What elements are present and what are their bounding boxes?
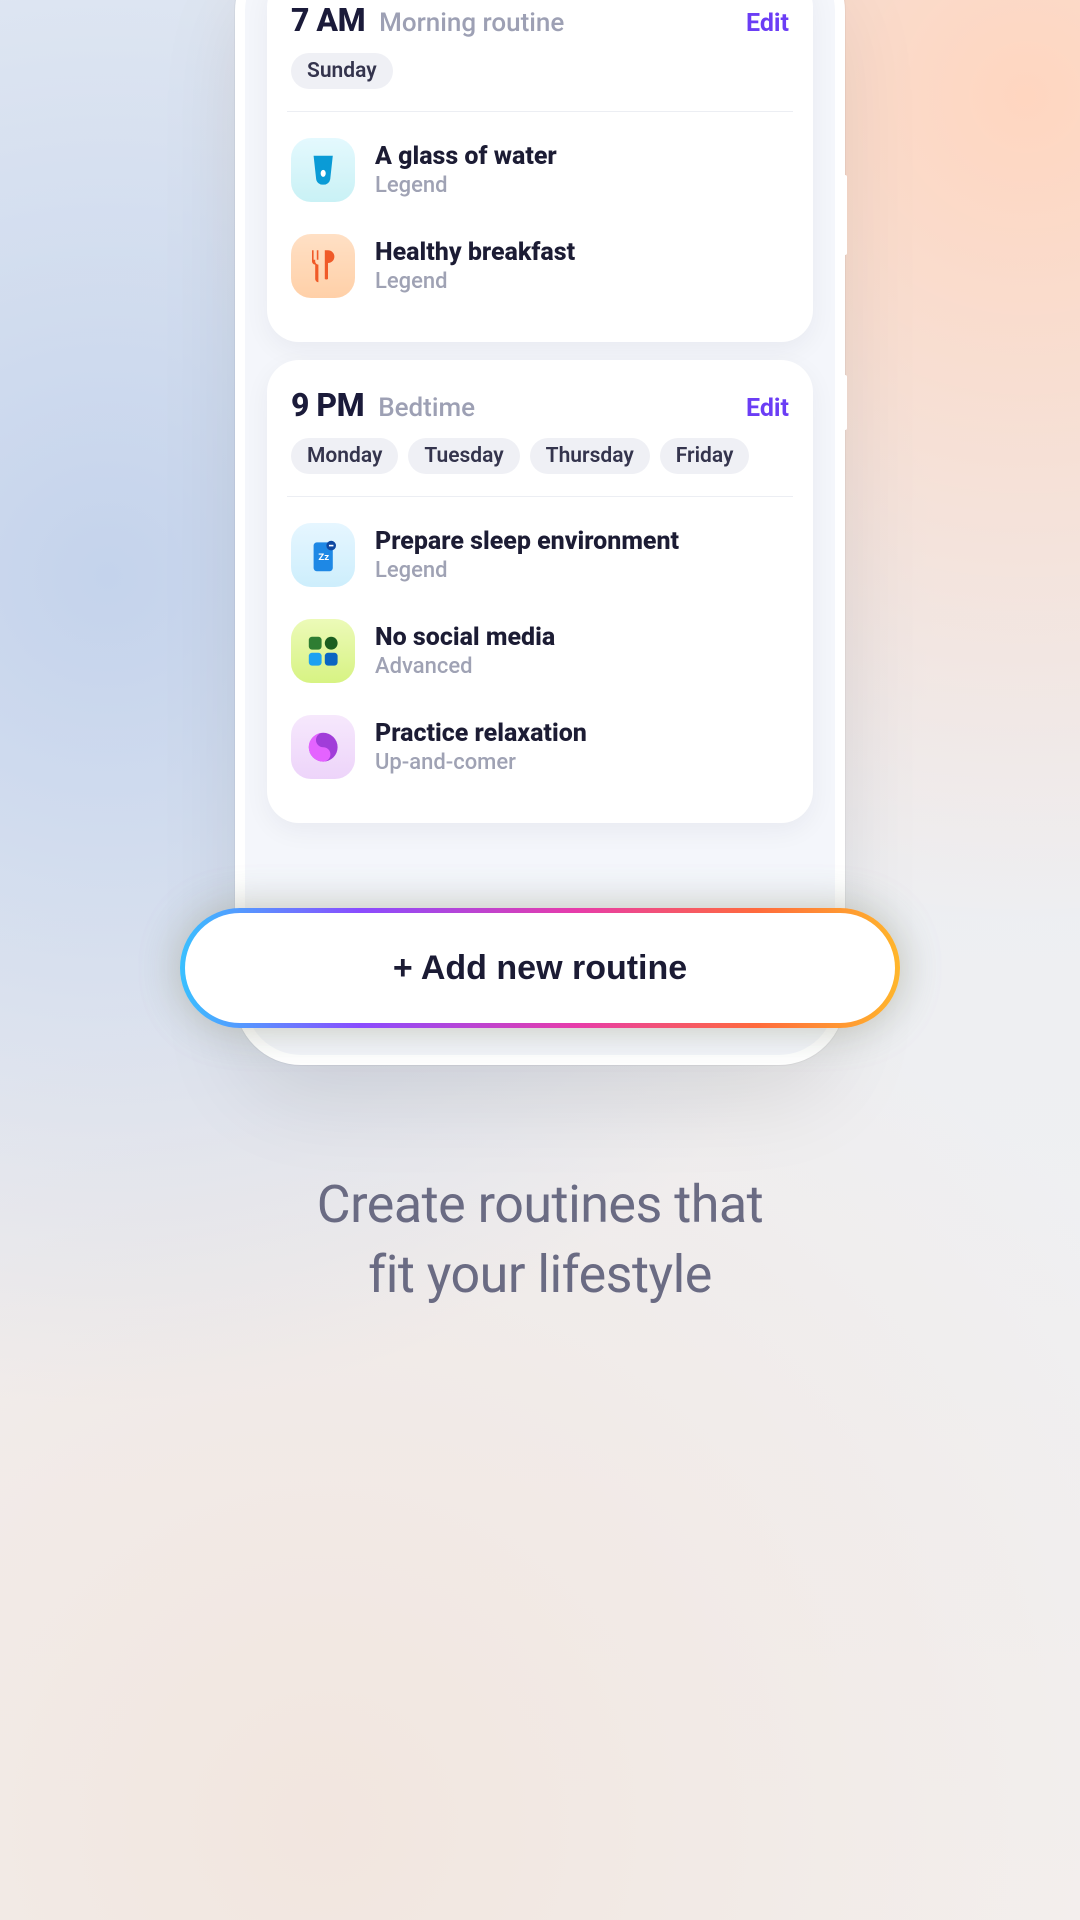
habit-title: Healthy breakfast [375,238,575,267]
day-chip[interactable]: Friday [660,438,750,474]
routine-card-bedtime: 9 PM Bedtime Edit Monday Tuesday Thursda… [267,360,813,823]
divider [287,496,793,497]
sleep-icon: Zz [291,523,355,587]
tagline: Create routines that fit your lifestyle [0,1170,1080,1310]
routine-time: 7 AM [291,1,365,39]
day-chips: Sunday [291,53,789,89]
day-chip[interactable]: Sunday [291,53,393,89]
tagline-line: fit your lifestyle [368,1244,712,1305]
habit-item[interactable]: Zz Prepare sleep environment Legend [291,507,789,603]
routine-time: 9 PM [291,386,364,424]
day-chip[interactable]: Monday [291,438,398,474]
routine-header: 9 PM Bedtime Edit [291,386,789,424]
habit-item[interactable]: A glass of water Legend [291,122,789,218]
habit-level: Advanced [375,654,555,679]
tagline-line: Create routines that [317,1174,763,1235]
habit-title: A glass of water [375,142,557,171]
habit-title: Practice relaxation [375,719,587,748]
habit-item[interactable]: Healthy breakfast Legend [291,218,789,314]
utensils-icon [291,234,355,298]
divider [287,111,793,112]
habit-level: Up-and-comer [375,750,587,775]
routine-header: 7 AM Morning routine Edit [291,1,789,39]
edit-button[interactable]: Edit [746,394,789,423]
social-media-icon [291,619,355,683]
day-chips: Monday Tuesday Thursday Friday [291,438,789,474]
add-routine-wrap: + Add new routine [180,908,900,1028]
habit-level: Legend [375,173,557,198]
routine-card-morning: 7 AM Morning routine Edit Sunday A glass… [267,0,813,342]
habit-title: No social media [375,623,555,652]
svg-text:Zz: Zz [318,552,329,563]
routine-name: Morning routine [379,8,564,38]
habit-item[interactable]: No social media Advanced [291,603,789,699]
habit-title: Prepare sleep environment [375,527,679,556]
habit-item[interactable]: Practice relaxation Up-and-comer [291,699,789,795]
add-routine-button[interactable]: + Add new routine [185,913,895,1023]
habit-level: Legend [375,269,575,294]
phone-side-button [843,175,847,255]
habit-level: Legend [375,558,679,583]
day-chip[interactable]: Thursday [530,438,650,474]
phone-frame: 7 AM Morning routine Edit Sunday A glass… [245,0,835,1055]
routine-name: Bedtime [378,393,475,423]
phone-screen: 7 AM Morning routine Edit Sunday A glass… [245,0,835,1055]
day-chip[interactable]: Tuesday [408,438,519,474]
water-icon [291,138,355,202]
edit-button[interactable]: Edit [746,9,789,38]
phone-side-button [843,375,847,430]
yinyang-icon [291,715,355,779]
